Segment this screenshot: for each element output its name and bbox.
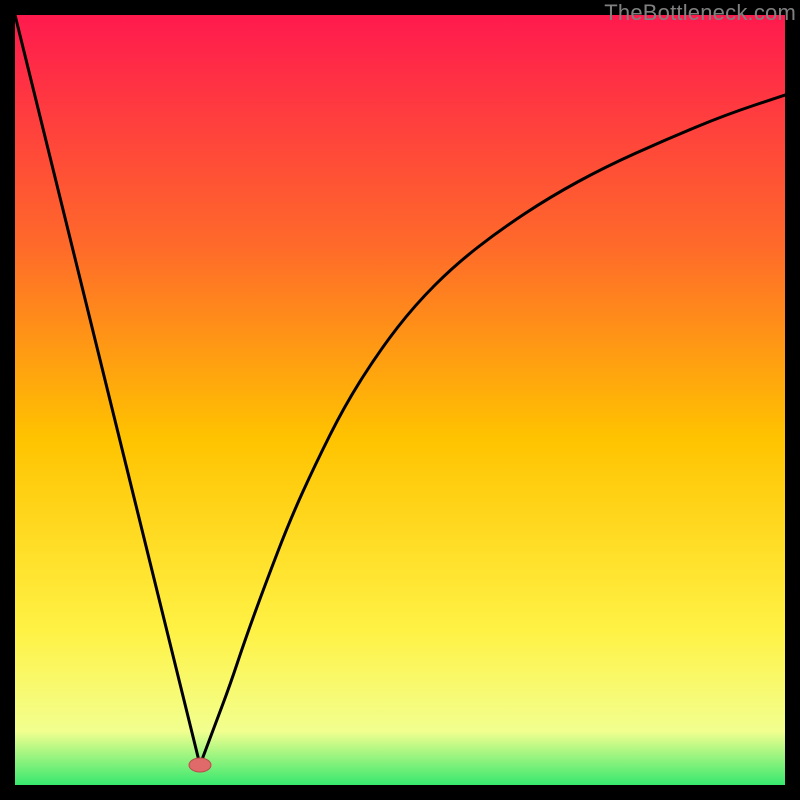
bottleneck-plot	[15, 15, 785, 785]
gradient-background	[15, 15, 785, 785]
watermark-text: TheBottleneck.com	[604, 0, 796, 26]
minimum-marker	[189, 758, 211, 772]
